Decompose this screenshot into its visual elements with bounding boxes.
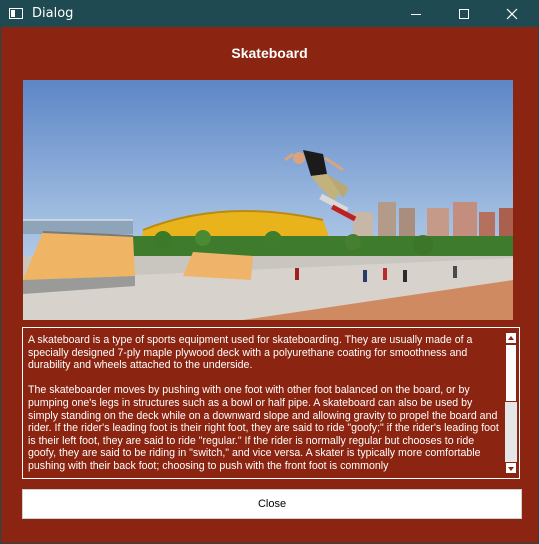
- window-title: Dialog: [32, 6, 74, 21]
- close-window-button[interactable]: [490, 1, 534, 27]
- minimize-button[interactable]: [394, 1, 438, 27]
- dialog-window: Dialog Skateboard A skateboard is a type…: [0, 0, 539, 544]
- scroll-up-arrow-icon[interactable]: [505, 332, 517, 344]
- vertical-scrollbar[interactable]: [505, 332, 517, 474]
- window-icon: [9, 8, 23, 19]
- paragraph-2: The skateboarder moves by pushing with o…: [28, 384, 499, 472]
- scroll-down-arrow-icon[interactable]: [505, 462, 517, 474]
- scrollbar-thumb[interactable]: [505, 344, 517, 402]
- close-button[interactable]: Close: [22, 489, 522, 519]
- paragraph-1: A skateboard is a type of sports equipme…: [28, 334, 473, 372]
- title-bar[interactable]: Dialog: [1, 1, 538, 27]
- skateboarder-photo: [23, 80, 513, 320]
- description-text: A skateboard is a type of sports equipme…: [28, 334, 502, 476]
- minimize-icon: [411, 14, 421, 15]
- description-textbox[interactable]: A skateboard is a type of sports equipme…: [22, 327, 520, 479]
- maximize-icon: [459, 9, 469, 19]
- maximize-button[interactable]: [442, 1, 486, 27]
- close-icon: [506, 8, 518, 20]
- page-title: Skateboard: [231, 45, 308, 61]
